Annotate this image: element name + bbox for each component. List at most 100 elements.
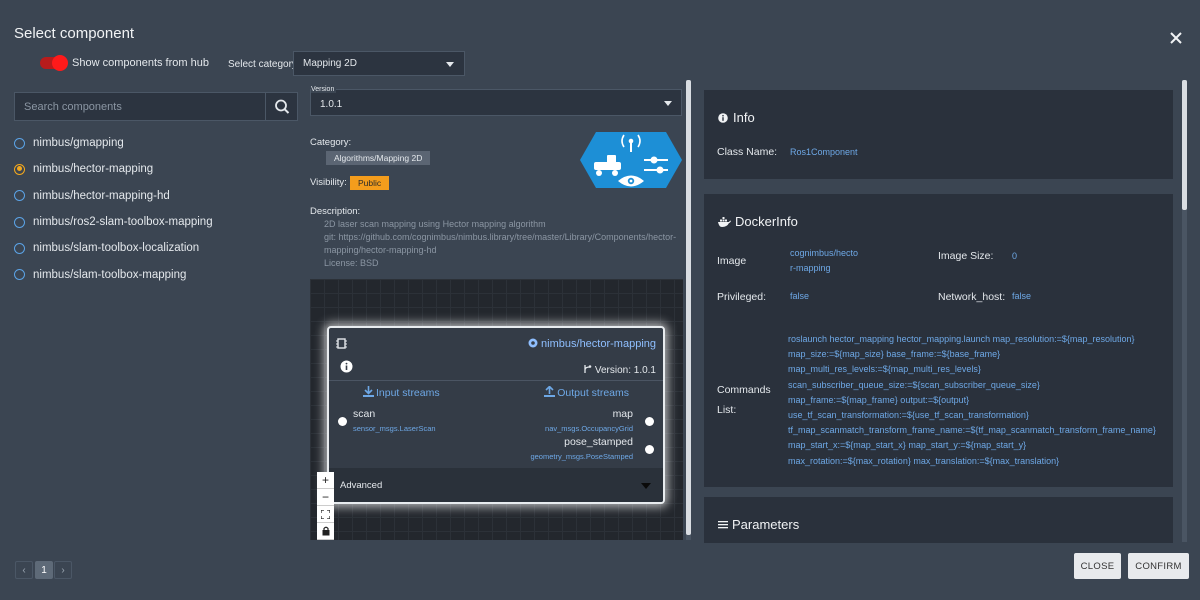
node-version-text: Version: 1.0.1 [594, 365, 656, 376]
output-port-type: geometry_msgs.PoseStamped [530, 452, 633, 461]
category-selected-value: Mapping 2D [303, 58, 357, 69]
version-select[interactable]: Version 1.0.1 [310, 86, 682, 116]
details-scrollbar-thumb[interactable] [686, 80, 691, 535]
node-version: Version: 1.0.1 [583, 364, 656, 376]
search-icon [275, 99, 290, 114]
node-preview-canvas[interactable]: nimbus/hector-mapping Version: 1.0.1 Inp… [310, 279, 683, 540]
lock-button[interactable] [317, 523, 334, 540]
component-item-ros2-slam-toolbox-mapping[interactable]: nimbus/ros2-slam-toolbox-mapping [14, 209, 298, 235]
docker-title-text: DockerInfo [735, 214, 798, 229]
radio-button[interactable] [14, 216, 25, 228]
version-value: 1.0.1 [320, 99, 343, 110]
commands-label-line: List: [717, 404, 737, 416]
privileged-label: Privileged: [717, 291, 767, 303]
output-port-name: pose_stamped [564, 436, 633, 448]
component-item-slam-toolbox-mapping[interactable]: nimbus/slam-toolbox-mapping [14, 261, 298, 287]
commands-list-value: roslaunch hector_mapping hector_mapping.… [788, 334, 1156, 466]
parameters-title-text: Parameters [732, 517, 800, 532]
input-streams-label: Input streams [376, 387, 440, 399]
pagination-page-1[interactable]: 1 [35, 561, 53, 579]
docker-icon [718, 216, 731, 227]
network-host-value: false [1012, 291, 1032, 301]
info-title-text: Info [733, 110, 755, 125]
search-input[interactable] [15, 93, 265, 120]
radio-button-selected[interactable] [14, 163, 25, 175]
info-panel-title: Info [718, 110, 755, 125]
description-line: git: https://github.com/cognimbus/nimbus… [324, 232, 677, 255]
category-select[interactable]: Mapping 2D [293, 51, 465, 76]
close-dialog-button[interactable] [1166, 28, 1186, 48]
visibility-field-label: Visibility: [310, 177, 347, 188]
docker-info-panel: DockerInfo Image cognimbus/hecto r-mappi… [704, 194, 1173, 487]
pagination-prev-button[interactable]: ‹ [15, 561, 33, 579]
chevron-down-icon [446, 62, 454, 67]
component-name: nimbus/hector-mapping-hd [33, 189, 170, 202]
image-value-line: r-mapping [790, 263, 831, 273]
info-icon[interactable] [340, 360, 353, 373]
input-port-name: scan [353, 408, 376, 420]
info-icon [718, 112, 728, 123]
node-divider [329, 380, 663, 381]
radio-button[interactable] [14, 190, 25, 202]
search-button[interactable] [265, 93, 297, 120]
advanced-label: Advanced [340, 480, 383, 491]
radio-button[interactable] [14, 242, 25, 254]
image-size-value: 0 [1012, 251, 1018, 261]
class-name-value: Ros1Component [790, 147, 858, 157]
output-port-pose-stamped[interactable] [645, 445, 654, 454]
radio-button[interactable] [14, 269, 25, 281]
hub-toggle-knob [52, 55, 68, 71]
output-port-name: map [612, 408, 633, 420]
component-item-hector-mapping[interactable]: nimbus/hector-mapping [14, 156, 298, 182]
fit-view-button[interactable] [317, 506, 334, 523]
description-line: License: BSD [324, 258, 379, 268]
component-icon [528, 338, 538, 348]
zoom-out-button[interactable]: − [317, 489, 334, 506]
output-streams-header: Output streams [544, 385, 629, 399]
docker-panel-title: DockerInfo [718, 214, 798, 229]
chevron-down-icon [641, 483, 651, 489]
description-field-label: Description: [310, 206, 361, 217]
description-text: 2D laser scan mapping using Hector mappi… [324, 218, 684, 270]
component-node[interactable]: nimbus/hector-mapping Version: 1.0.1 Inp… [327, 326, 665, 504]
component-name: nimbus/gmapping [33, 137, 124, 150]
info-scrollbar-thumb[interactable] [1182, 80, 1187, 210]
chevron-down-icon [664, 101, 672, 106]
network-host-label: Network_host: [938, 291, 1006, 303]
advanced-section[interactable]: Advanced [329, 468, 663, 502]
close-button[interactable]: CLOSE [1074, 553, 1121, 579]
fit-view-icon [321, 509, 330, 519]
node-name: nimbus/hector-mapping [528, 338, 656, 350]
robot-sensor-logo-icon [580, 132, 682, 188]
hub-toggle[interactable] [40, 55, 68, 71]
search-box [14, 92, 298, 121]
output-port-map[interactable] [645, 417, 654, 426]
lock-icon [322, 526, 329, 536]
output-streams-label: Output streams [557, 387, 629, 399]
category-label: Select category [228, 59, 297, 70]
component-list: nimbus/gmapping nimbus/hector-mapping ni… [14, 130, 298, 288]
component-name: nimbus/slam-toolbox-mapping [33, 268, 187, 281]
category-chip: Algorithms/Mapping 2D [326, 151, 431, 165]
image-value: cognimbus/hecto r-mapping [790, 246, 858, 276]
component-name: nimbus/slam-toolbox-localization [33, 242, 200, 255]
input-streams-header: Input streams [363, 386, 440, 399]
close-icon [1170, 32, 1182, 44]
input-port-type: sensor_msgs.LaserScan [353, 424, 436, 433]
component-item-slam-toolbox-localization[interactable]: nimbus/slam-toolbox-localization [14, 235, 298, 261]
image-size-label: Image Size: [938, 250, 994, 262]
image-label: Image [717, 255, 747, 267]
component-item-gmapping[interactable]: nimbus/gmapping [14, 130, 298, 156]
component-item-hector-mapping-hd[interactable]: nimbus/hector-mapping-hd [14, 183, 298, 209]
parameters-panel-title: Parameters [718, 517, 799, 532]
commands-label-line: Commands [717, 384, 771, 396]
confirm-button[interactable]: CONFIRM [1128, 553, 1189, 579]
download-icon [363, 386, 374, 397]
upload-icon [544, 385, 556, 397]
zoom-in-button[interactable]: + [317, 472, 334, 489]
input-port-scan[interactable] [338, 417, 347, 426]
component-name: nimbus/hector-mapping [33, 163, 154, 176]
radio-button[interactable] [14, 137, 25, 149]
hub-toggle-label: Show components from hub [72, 57, 209, 69]
pagination-next-button[interactable]: › [54, 561, 72, 579]
